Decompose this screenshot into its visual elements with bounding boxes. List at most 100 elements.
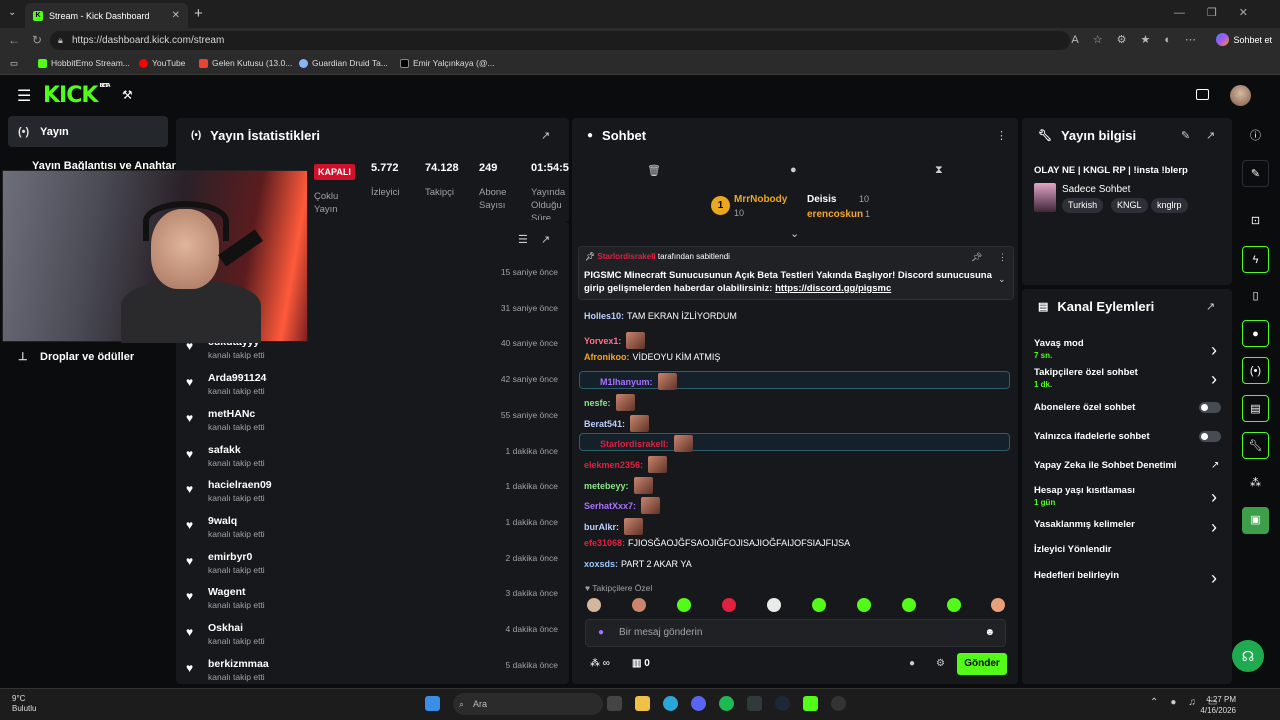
emoji-icon[interactable]: ☻ bbox=[984, 620, 995, 646]
chat-username[interactable]: efe31068: bbox=[584, 538, 625, 548]
chat-message[interactable]: Yorvex1: bbox=[584, 332, 646, 349]
chat-username[interactable]: burAlkr: bbox=[584, 522, 619, 532]
chat-username[interactable]: Berat541: bbox=[584, 419, 625, 429]
window-controls[interactable]: —❐✕ bbox=[1174, 6, 1270, 19]
channel-action[interactable]: Hesap yaşı kısıtlaması 1 gün bbox=[1034, 485, 1135, 507]
app-icon[interactable]: ▣ bbox=[1242, 507, 1269, 534]
copilot-button[interactable]: Sohbet et bbox=[1216, 33, 1272, 46]
file-explorer-icon[interactable] bbox=[635, 696, 650, 711]
pinned-link[interactable]: https://discord.gg/pigsmc bbox=[775, 283, 891, 294]
follower-row[interactable]: ♥ emirbyr0 kanalı takip etti 2 dakika önce bbox=[186, 551, 561, 585]
follower-row[interactable]: ♥ Arda991124 kanalı takip etti 42 saniye ön… bbox=[186, 372, 561, 406]
kick-app-icon[interactable] bbox=[803, 696, 818, 711]
emote[interactable] bbox=[587, 598, 601, 612]
chat-username[interactable]: Yorvex1: bbox=[584, 336, 621, 346]
chat-message[interactable]: SerhatXxx7: bbox=[584, 497, 661, 514]
kick-logo[interactable]: KICK BETA bbox=[43, 83, 111, 108]
terminal-icon[interactable] bbox=[747, 696, 762, 711]
more-icon[interactable]: ⋮ bbox=[996, 129, 1007, 142]
chat-settings-bubble-icon[interactable]: ● bbox=[909, 658, 915, 669]
emote[interactable] bbox=[902, 598, 916, 612]
channel-action[interactable]: Takipçilere özel sohbet 1 dk. bbox=[1034, 367, 1138, 389]
spotify-icon[interactable] bbox=[719, 696, 734, 711]
channel-action[interactable]: Yalnızca ifadelerle sohbet bbox=[1034, 431, 1150, 442]
external-link-icon[interactable]: ↗ bbox=[1211, 460, 1219, 471]
chat-bubble-icon[interactable]: ● bbox=[790, 164, 797, 176]
nav-item-yayin[interactable]: (•) Yayın bbox=[8, 116, 168, 147]
channel-action[interactable]: Hedefleri belirleyin bbox=[1034, 570, 1119, 581]
actions-icon[interactable]: ▤ bbox=[1242, 395, 1269, 422]
chat-username[interactable]: elekmen2356: bbox=[584, 460, 643, 470]
channel-action[interactable]: Yapay Zeka ile Sohbet Denetimi bbox=[1034, 460, 1177, 471]
popout-icon[interactable]: ↗ bbox=[1206, 300, 1215, 313]
taskbar-clock[interactable]: 4:27 PM 4/16/2026 bbox=[1200, 694, 1236, 716]
emote[interactable] bbox=[857, 598, 871, 612]
popout-icon[interactable]: ↗ bbox=[541, 129, 550, 142]
chat-message[interactable]: Holles10: TAM EKRAN İZLİYORDUM bbox=[584, 311, 737, 321]
channel-action[interactable]: Yavaş mod 7 sn. bbox=[1034, 338, 1084, 360]
popout-icon[interactable]: ↗ bbox=[541, 233, 550, 246]
edit-icon[interactable]: ✎ bbox=[1181, 129, 1190, 142]
refresh-icon[interactable]: ↻ bbox=[32, 33, 42, 47]
emote[interactable] bbox=[991, 598, 1005, 612]
chat-input[interactable]: ● Bir mesaj gönderin ☻ bbox=[585, 619, 1006, 647]
chat-username[interactable]: M1lhanyum: bbox=[600, 377, 653, 387]
send-button[interactable]: Gönder bbox=[957, 653, 1007, 675]
emote-bar[interactable] bbox=[585, 598, 1005, 614]
chat-username[interactable]: Starlordisrakell: bbox=[600, 439, 669, 449]
chat-message[interactable]: Afronikoo: VİDEOYU KİM ATMIŞ bbox=[584, 352, 720, 362]
back-icon[interactable]: ← bbox=[8, 33, 20, 47]
more-icon[interactable]: ⋮ bbox=[998, 252, 1007, 263]
flash-icon[interactable]: ϟ bbox=[1242, 246, 1269, 273]
kick-points-icon[interactable]: ⁂ ∞ bbox=[590, 658, 610, 669]
chat-message[interactable]: nesfe: bbox=[584, 394, 635, 411]
chat-username[interactable]: xoxsds: bbox=[584, 559, 618, 569]
follower-row[interactable]: ♥ metHANc kanalı takip etti 55 saniye önce bbox=[186, 408, 561, 442]
chat-message[interactable]: burAlkr: bbox=[584, 518, 644, 535]
hourglass-icon[interactable]: ⧗ bbox=[935, 164, 943, 177]
hammer-icon[interactable]: ⚒ bbox=[122, 88, 133, 102]
channel-action[interactable]: İzleyici Yönlendir bbox=[1034, 544, 1111, 555]
broadcast-icon[interactable]: (•) bbox=[1242, 357, 1269, 384]
chat-message[interactable]: elekmen2356: bbox=[584, 456, 668, 473]
new-tab-icon[interactable]: + bbox=[194, 5, 203, 22]
toggle-switch[interactable] bbox=[1199, 431, 1221, 442]
task-view-icon[interactable] bbox=[607, 696, 622, 711]
emote[interactable] bbox=[947, 598, 961, 612]
chat-message[interactable]: Berat541: bbox=[584, 415, 650, 432]
channel-action[interactable]: Yasaklanmış kelimeler bbox=[1034, 519, 1135, 530]
chat-username[interactable]: Holles10: bbox=[584, 311, 624, 321]
follower-row[interactable]: ♥ berkizmmaa kanalı takip etti 5 dakika önc… bbox=[186, 658, 561, 692]
obs-icon[interactable] bbox=[831, 696, 846, 711]
chat-message[interactable]: Starlordisrakell: bbox=[600, 435, 693, 452]
steam-icon[interactable] bbox=[775, 696, 790, 711]
trash-icon[interactable]: 🗑︎ bbox=[647, 164, 661, 177]
discord-icon[interactable] bbox=[691, 696, 706, 711]
tab-list-icon[interactable]: ⌄ bbox=[8, 7, 16, 18]
chevron-right-icon[interactable]: › bbox=[1211, 568, 1217, 589]
help-fab-icon[interactable]: ☊ bbox=[1232, 640, 1264, 672]
wrench-icon[interactable]: 🔧︎ bbox=[1242, 432, 1269, 459]
menu-icon[interactable]: ☰ bbox=[17, 86, 31, 106]
mic-icon[interactable]: ● bbox=[598, 620, 604, 646]
follower-row[interactable]: ♥ Wagent kanalı takip etti 3 dakika önce bbox=[186, 586, 561, 620]
bookmark-item[interactable]: Emir Yalçınkaya (@... bbox=[400, 58, 495, 68]
chat-icon[interactable]: ● bbox=[1242, 320, 1269, 347]
chevron-right-icon[interactable]: › bbox=[1211, 340, 1217, 361]
toggle-switch[interactable] bbox=[1199, 402, 1221, 413]
emote[interactable] bbox=[722, 598, 736, 612]
edge-icon[interactable] bbox=[663, 696, 678, 711]
chat-username[interactable]: nesfe: bbox=[584, 398, 611, 408]
chat-username[interactable]: SerhatXxx7: bbox=[584, 501, 636, 511]
channel-action[interactable]: Abonelere özel sohbet bbox=[1034, 402, 1135, 413]
filter-icon[interactable]: ☰ bbox=[518, 233, 528, 246]
bookmark-item[interactable]: Gelen Kutusu (13.0... bbox=[199, 58, 292, 68]
expand-icon[interactable]: ⌄ bbox=[998, 274, 1006, 285]
nav-item-droplar[interactable]: ⊥ Droplar ve ödüller bbox=[8, 341, 168, 372]
emote[interactable] bbox=[632, 598, 646, 612]
collapse-icon[interactable]: ⌄ bbox=[790, 227, 799, 240]
follower-row[interactable]: ♥ safakk kanalı takip etti 1 dakika önce bbox=[186, 444, 561, 478]
chat-message[interactable]: M1lhanyum: bbox=[600, 373, 677, 390]
browser-tab[interactable]: K Stream - Kick Dashboard ✕ bbox=[25, 3, 188, 28]
chat-username[interactable]: metebeyy: bbox=[584, 481, 629, 491]
